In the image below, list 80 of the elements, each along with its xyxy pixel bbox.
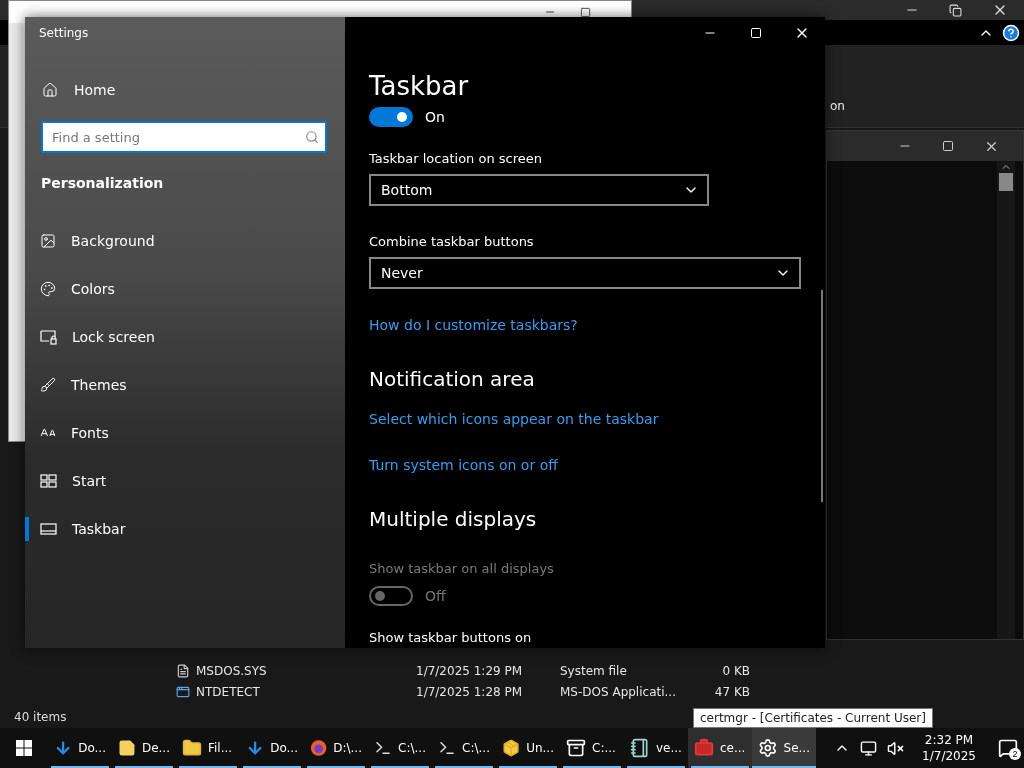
nav-item[interactable]: Fonts bbox=[25, 409, 345, 457]
setting-label: Combine taskbar buttons bbox=[369, 234, 535, 249]
toggle-state-label: On bbox=[425, 109, 445, 125]
page-title: Taskbar bbox=[369, 71, 470, 101]
dropdown[interactable]: Bottom bbox=[369, 174, 709, 206]
clock[interactable]: 2:32 PM 1/7/2025 bbox=[912, 733, 986, 763]
taskbar-button[interactable]: C:\... bbox=[432, 728, 496, 768]
file-type: System file bbox=[560, 663, 628, 678]
windows-logo-icon bbox=[16, 740, 32, 756]
picture-icon bbox=[40, 233, 56, 249]
taskbar-button[interactable]: Un... bbox=[496, 728, 560, 768]
note-icon bbox=[118, 738, 136, 758]
home-icon bbox=[42, 82, 58, 98]
package-icon bbox=[502, 738, 521, 758]
toolbox-icon bbox=[694, 738, 714, 758]
nav-item[interactable]: Start bbox=[25, 457, 345, 505]
taskbar-button[interactable]: D:\... bbox=[304, 728, 368, 768]
nav-item[interactable]: Background bbox=[25, 217, 345, 265]
browser-icon bbox=[310, 738, 328, 758]
settings-icon bbox=[758, 738, 778, 758]
taskbar-button[interactable]: Do... bbox=[48, 728, 112, 768]
taskbar-button[interactable]: De... bbox=[112, 728, 176, 768]
setting-label: Show taskbar on all displays bbox=[369, 561, 555, 576]
nav-item[interactable]: Taskbar bbox=[25, 505, 345, 553]
palette-icon bbox=[40, 281, 56, 297]
nav-item[interactable]: Themes bbox=[25, 361, 345, 409]
file-name: NTDETECT bbox=[196, 684, 260, 699]
nav-item[interactable]: Lock screen bbox=[25, 313, 345, 361]
help-icon[interactable] bbox=[1002, 23, 1020, 42]
file-row[interactable]: MSDOS.SYS 1/7/2025 1:29 PM System file 0 KB bbox=[176, 660, 1024, 681]
taskbar-button[interactable]: Fil... bbox=[176, 728, 240, 768]
start-tiles-icon bbox=[40, 474, 57, 488]
section-title: Personalization bbox=[40, 174, 165, 193]
help-link[interactable]: How do I customize taskbars? bbox=[369, 317, 825, 333]
file-size: 0 KB bbox=[721, 663, 750, 678]
section-heading: Notification area bbox=[369, 367, 536, 391]
lock-screen-icon bbox=[40, 329, 57, 345]
taskbar-button[interactable]: C:\... bbox=[368, 728, 432, 768]
item-count: 40 items bbox=[14, 710, 67, 724]
search-icon bbox=[305, 130, 319, 144]
restore-icon[interactable] bbox=[949, 3, 962, 17]
file-size: 47 KB bbox=[713, 684, 750, 699]
scroll-thumb[interactable] bbox=[999, 173, 1013, 191]
brush-icon bbox=[40, 377, 56, 393]
taskbar-icon bbox=[40, 523, 57, 535]
home-nav-item[interactable]: Home bbox=[25, 67, 345, 113]
section-heading: Multiple displays bbox=[369, 507, 538, 531]
window-title: Settings bbox=[38, 25, 90, 42]
notebook-icon bbox=[630, 738, 650, 758]
scrollbar[interactable] bbox=[997, 161, 1015, 639]
setting-label: Taskbar location on screen bbox=[369, 151, 543, 166]
help-link[interactable]: Select which icons appear on the taskbar bbox=[369, 411, 825, 427]
file-date: 1/7/2025 1:28 PM bbox=[416, 684, 524, 699]
file-type: MS-DOS Applicati... bbox=[560, 684, 677, 699]
tooltip: certmgr - [Certificates - Current User] bbox=[693, 708, 933, 728]
file-name: MSDOS.SYS bbox=[196, 663, 267, 678]
ribbon-label: on bbox=[830, 99, 845, 113]
notifications-button[interactable]: 2 bbox=[998, 738, 1018, 758]
toggle-state-label: Off bbox=[425, 588, 446, 604]
help-link[interactable]: Turn system icons on or off bbox=[369, 457, 825, 473]
file-date: 1/7/2025 1:29 PM bbox=[416, 663, 524, 678]
dropdown[interactable]: Never bbox=[369, 257, 801, 289]
search-field[interactable]: Find a setting bbox=[41, 121, 327, 153]
maximize-icon bbox=[750, 27, 762, 39]
taskbar-button[interactable]: Se... bbox=[752, 728, 816, 768]
nav-item[interactable]: Colors bbox=[25, 265, 345, 313]
file-row[interactable]: NTDETECT 1/7/2025 1:28 PM MS-DOS Applicati... 47 KB bbox=[176, 681, 1024, 702]
taskbar-button[interactable]: ve... bbox=[624, 728, 688, 768]
maximize-icon[interactable] bbox=[580, 6, 591, 18]
setting-label: Show taskbar buttons on bbox=[369, 630, 533, 645]
document-icon bbox=[176, 663, 190, 678]
archive-icon bbox=[566, 738, 586, 758]
notification-count: 2 bbox=[1009, 748, 1021, 760]
toggle-switch[interactable] bbox=[369, 107, 413, 127]
folder-icon bbox=[182, 738, 202, 758]
program-icon bbox=[176, 684, 190, 699]
scrollbar[interactable] bbox=[821, 290, 823, 502]
taskbar-button[interactable]: Do... bbox=[240, 728, 304, 768]
taskbar-button[interactable]: C:... bbox=[560, 728, 624, 768]
taskbar-button[interactable]: ce... bbox=[688, 728, 752, 768]
